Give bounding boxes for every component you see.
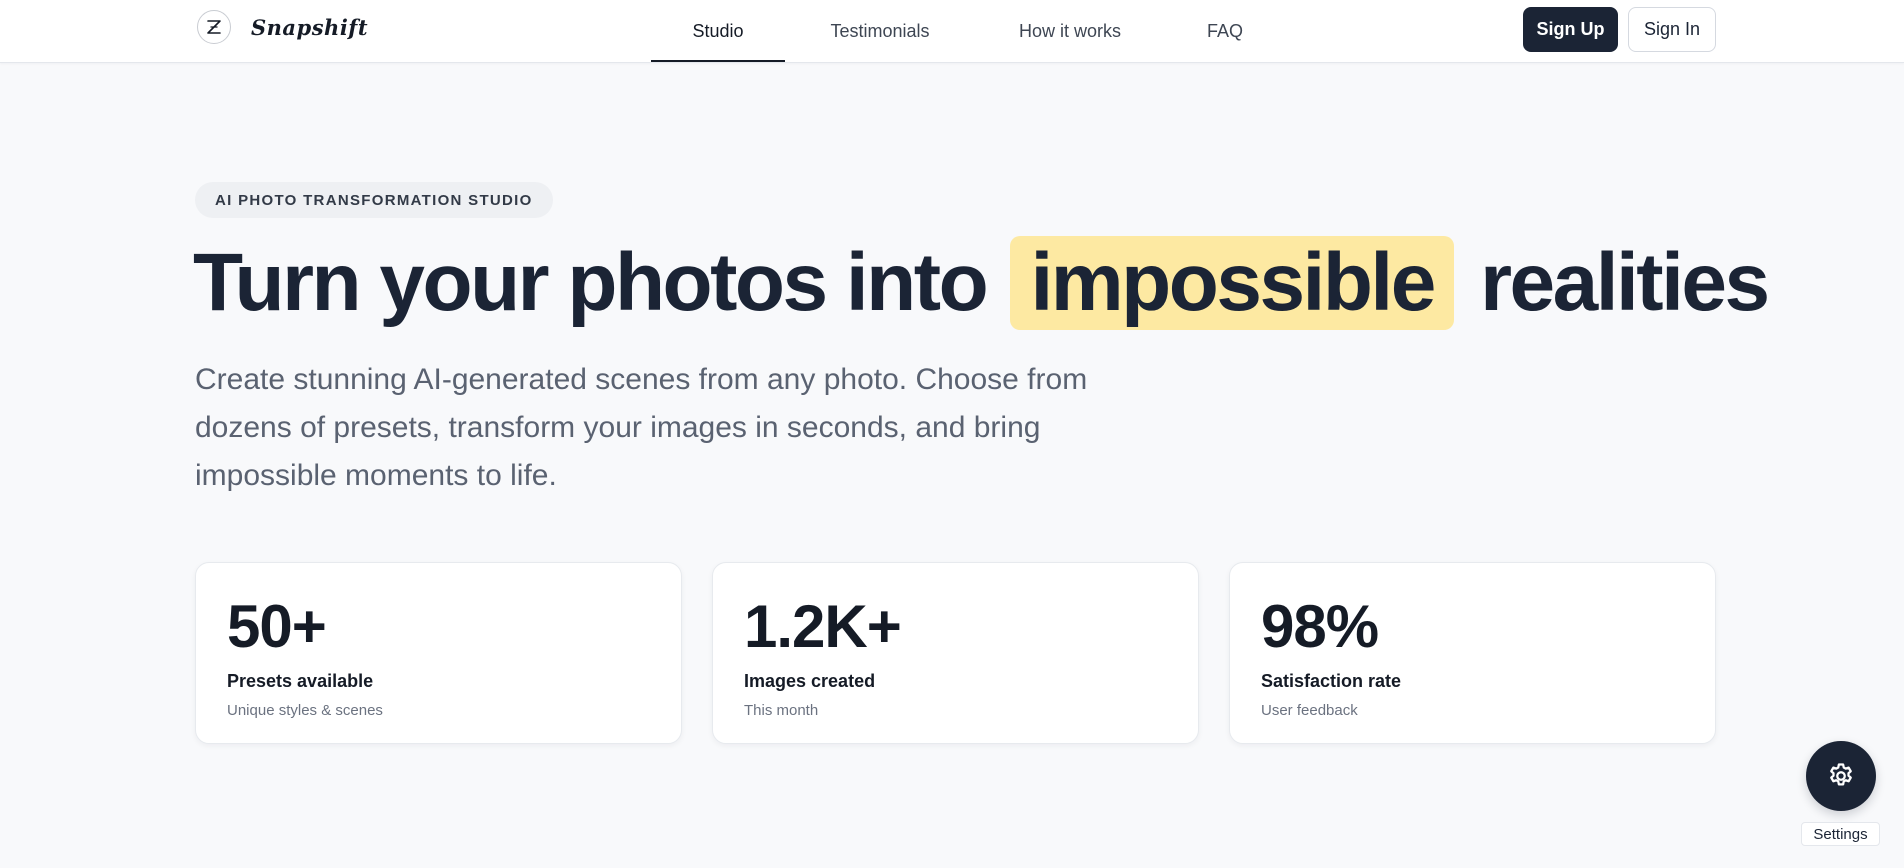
stat-caption: This month [744,702,819,719]
stat-value: 1.2K+ [744,593,902,660]
stat-value: 50+ [227,593,327,660]
hero-headline: Turn your photos into impossible realiti… [193,236,1770,330]
top-navbar: Snapshift Studio Testimonials How it wor… [0,0,1904,63]
stat-label: Satisfaction rate [1261,671,1402,691]
stat-card-satisfaction: 98% Satisfaction rate User feedback [1229,562,1716,744]
stat-card-presets: 50+ Presets available Unique styles & sc… [195,562,682,744]
sign-in-button[interactable]: Sign In [1628,7,1716,52]
stat-label: Presets available [227,671,374,691]
auth-buttons: Sign Up Sign In [1523,7,1716,52]
settings-tooltip: Settings [1801,822,1880,846]
stat-value: 98% [1261,593,1379,660]
stat-caption: Unique styles & scenes [227,702,383,719]
gear-icon [1830,763,1852,786]
headline-text-start: Turn your photos into [193,237,989,328]
brand-logo-icon [197,10,231,44]
nav-tab-studio[interactable]: Studio [651,0,785,62]
stat-card-images: 1.2K+ Images created This month [712,562,1199,744]
settings-button[interactable] [1806,741,1876,811]
logo-z-glyph [207,20,221,34]
main-nav: Studio Testimonials How it works FAQ [651,0,1285,62]
nav-tab-how-it-works[interactable]: How it works [975,0,1165,62]
stat-caption: User feedback [1261,702,1358,719]
headline-text-end: realities [1480,237,1770,328]
hero-subtitle: Create stunning AI-generated scenes from… [195,363,1088,492]
stats-row: 50+ Presets available Unique styles & sc… [195,562,1716,744]
nav-tab-faq[interactable]: FAQ [1165,0,1285,62]
brand-name: Snapshift [251,14,369,40]
stat-label: Images created [744,671,876,691]
nav-tab-testimonials[interactable]: Testimonials [785,0,975,62]
headline-highlight: impossible [1010,236,1454,330]
brand[interactable]: Snapshift [197,10,368,44]
sign-up-button[interactable]: Sign Up [1523,7,1618,52]
hero-badge: AI PHOTO TRANSFORMATION STUDIO [195,182,553,218]
